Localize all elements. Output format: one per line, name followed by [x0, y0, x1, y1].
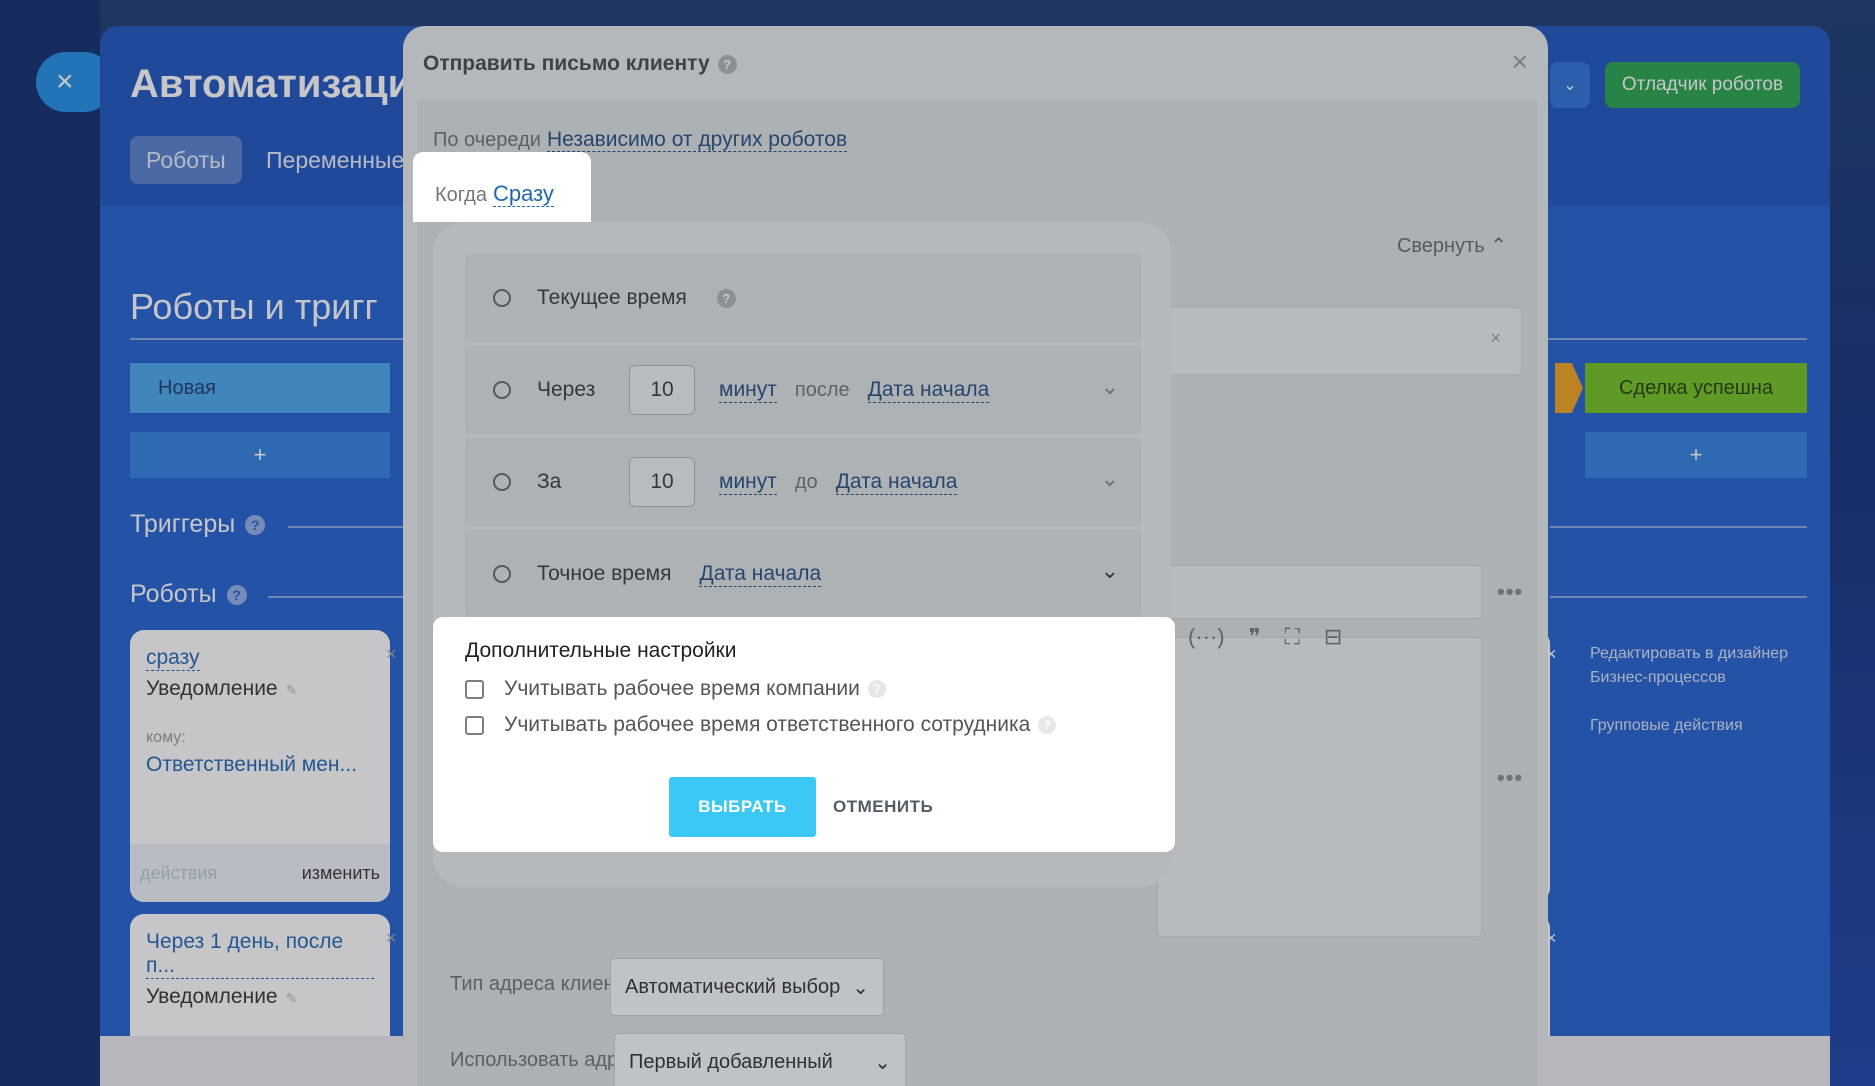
relation-label: после — [794, 378, 850, 401]
option-exact-time[interactable]: Точное время Дата начала ⌄ — [465, 530, 1141, 618]
chevron-down-icon: ⌄ — [852, 976, 869, 999]
cancel-button[interactable]: ОТМЕНИТЬ — [833, 777, 933, 837]
date-field-link[interactable]: Дата начала — [835, 470, 958, 495]
unit-link[interactable]: минут — [719, 470, 777, 495]
when-label: Когда — [435, 184, 487, 206]
help-icon[interactable]: ? — [717, 54, 737, 74]
checkbox-label: Учитывать рабочее время ответственного с… — [504, 713, 1031, 736]
checkbox[interactable] — [465, 715, 484, 735]
option-label: Текущее время — [537, 286, 687, 309]
option-label: Через — [537, 378, 596, 401]
radio-button[interactable] — [493, 565, 511, 583]
checkbox-employee-hours[interactable]: Учитывать рабочее время ответственного с… — [465, 713, 1143, 737]
help-icon[interactable]: ? — [867, 680, 886, 698]
option-label: За — [537, 470, 562, 493]
date-field-link[interactable]: Дата начала — [867, 378, 990, 403]
delay-number-input[interactable]: 10 — [629, 365, 695, 415]
chevron-down-icon[interactable]: ⌄ — [1101, 558, 1119, 584]
option-after[interactable]: Через 10 минут после Дата начала ⌄ — [465, 346, 1141, 434]
chevron-up-icon: ⌃ — [1490, 235, 1507, 257]
queue-value-link[interactable]: Независимо от других роботов — [546, 128, 848, 152]
collapse-button[interactable]: Свернуть ⌃ — [1397, 233, 1507, 258]
help-icon[interactable]: ? — [716, 288, 736, 308]
fullscreen-icon[interactable]: ⛶ — [1284, 624, 1299, 650]
close-icon[interactable]: × — [1490, 328, 1501, 349]
editor-toolbar: (···) ❞ ⛶ ⊟ — [1188, 624, 1342, 650]
when-value-link[interactable]: Сразу — [492, 181, 554, 207]
checkbox-label: Учитывать рабочее время компании — [504, 677, 860, 700]
additional-settings-title: Дополнительные настройки — [465, 639, 737, 662]
recipient-field[interactable]: × — [1157, 307, 1522, 375]
queue-setting: По очереди Независимо от других роботов — [433, 128, 848, 152]
help-icon[interactable]: ? — [1038, 716, 1057, 734]
chevron-down-icon: ⌄ — [874, 1051, 891, 1074]
use-address-select[interactable]: Первый добавленный ⌄ — [614, 1033, 906, 1086]
date-field-link[interactable]: Дата начала — [699, 562, 822, 587]
close-icon[interactable]: × — [1512, 46, 1528, 78]
radio-button[interactable] — [493, 473, 511, 491]
delay-number-input[interactable]: 10 — [629, 457, 695, 507]
message-editor[interactable] — [1157, 637, 1482, 937]
dialog-title: Отправить письмо клиенту? — [423, 52, 737, 76]
quote-icon[interactable]: ❞ — [1249, 624, 1261, 650]
checkbox[interactable] — [465, 679, 484, 699]
checkbox-company-hours[interactable]: Учитывать рабочее время компании ? — [465, 677, 1143, 701]
more-icon[interactable]: ••• — [1497, 579, 1523, 605]
unit-link[interactable]: минут — [719, 378, 777, 403]
option-before[interactable]: За 10 минут до Дата начала ⌄ — [465, 438, 1141, 526]
radio-button[interactable] — [493, 289, 511, 307]
more-icon[interactable]: ••• — [1497, 765, 1523, 791]
option-current-time[interactable]: Текущее время ? — [465, 254, 1141, 342]
relation-label: до — [794, 470, 818, 493]
chevron-down-icon[interactable]: ⌄ — [1101, 374, 1119, 400]
variable-icon[interactable]: (···) — [1188, 624, 1225, 650]
option-label: Точное время — [537, 562, 672, 585]
additional-settings-panel: Дополнительные настройки Учитывать рабоч… — [433, 617, 1175, 852]
address-type-select[interactable]: Автоматический выбор ⌄ — [610, 958, 884, 1016]
chevron-down-icon[interactable]: ⌄ — [1101, 466, 1119, 492]
radio-button[interactable] — [493, 381, 511, 399]
media-icon[interactable]: ⊟ — [1324, 624, 1342, 650]
when-setting: Когда Сразу — [413, 152, 591, 222]
subject-field[interactable] — [1157, 565, 1482, 619]
select-button[interactable]: ВЫБРАТЬ — [669, 777, 816, 837]
